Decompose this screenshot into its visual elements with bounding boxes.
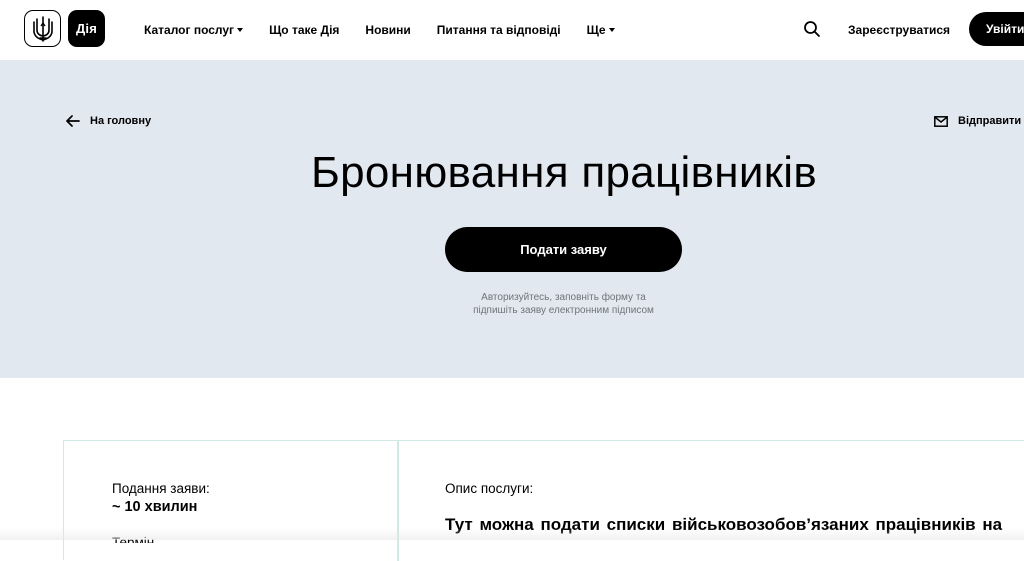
back-link-label: На головну [90, 115, 152, 127]
nav-item-news[interactable]: Новини [365, 23, 410, 37]
hint-line-2: підпишіть заяву електронним підписом [473, 304, 654, 316]
send-link-label: Відправити н [958, 115, 1024, 127]
nav-item-catalog[interactable]: Каталог послуг [144, 23, 244, 37]
nav-item-more[interactable]: Ще [587, 23, 615, 37]
caret-down-icon [237, 28, 244, 32]
top-header: Дія Каталог послуг Що таке Дія Новини Пи… [0, 0, 1024, 60]
apply-hint-text: Авторизуйтесь, заповніть форму та підпиш… [400, 292, 727, 317]
mail-icon [934, 115, 948, 127]
back-to-home-link[interactable]: На головну [66, 115, 151, 127]
service-info-panel: Подання заяви: ~ 10 хвилин Термін Опис п… [63, 440, 1024, 561]
register-label: Зареєструватися [848, 23, 951, 37]
description-label: Опис послуги: [445, 481, 534, 496]
register-link[interactable]: Зареєструватися [848, 0, 950, 60]
search-icon[interactable] [803, 20, 821, 38]
panel-divider [397, 441, 399, 561]
trident-logo-icon[interactable] [24, 10, 61, 47]
nav-item-label: Новини [365, 23, 411, 37]
nav-item-label: Каталог послуг [144, 23, 235, 37]
login-button[interactable]: Увійти [969, 12, 1024, 46]
page-title: Бронювання працівників [310, 148, 818, 197]
nav-item-label: Питання та відповіді [436, 23, 561, 37]
duration-label: Подання заяви: [112, 481, 210, 496]
hint-line-1: Авторизуйтесь, заповніть форму та [481, 292, 646, 303]
nav-item-label: Що таке Дія [269, 23, 340, 37]
arrow-left-icon [66, 115, 80, 127]
nav-item-faq[interactable]: Питання та відповіді [437, 23, 561, 37]
login-label: Увійти [986, 22, 1024, 36]
diia-logo[interactable]: Дія [68, 10, 105, 47]
main-nav: Каталог послуг Що таке Дія Новини Питанн… [144, 0, 641, 60]
nav-item-label: Ще [586, 23, 606, 37]
nav-item-about[interactable]: Що таке Дія [269, 23, 339, 37]
trident-icon [32, 15, 53, 42]
duration-value: ~ 10 хвилин [112, 499, 198, 515]
caret-down-icon [608, 28, 615, 32]
apply-button[interactable]: Подати заяву [445, 227, 682, 272]
diia-logo-text: Дія [75, 21, 98, 36]
send-feedback-link[interactable]: Відправити н [934, 115, 1024, 127]
hero-section: На головну Відправити н Бронювання праці… [0, 60, 1024, 378]
bottom-shadow [0, 528, 1024, 540]
